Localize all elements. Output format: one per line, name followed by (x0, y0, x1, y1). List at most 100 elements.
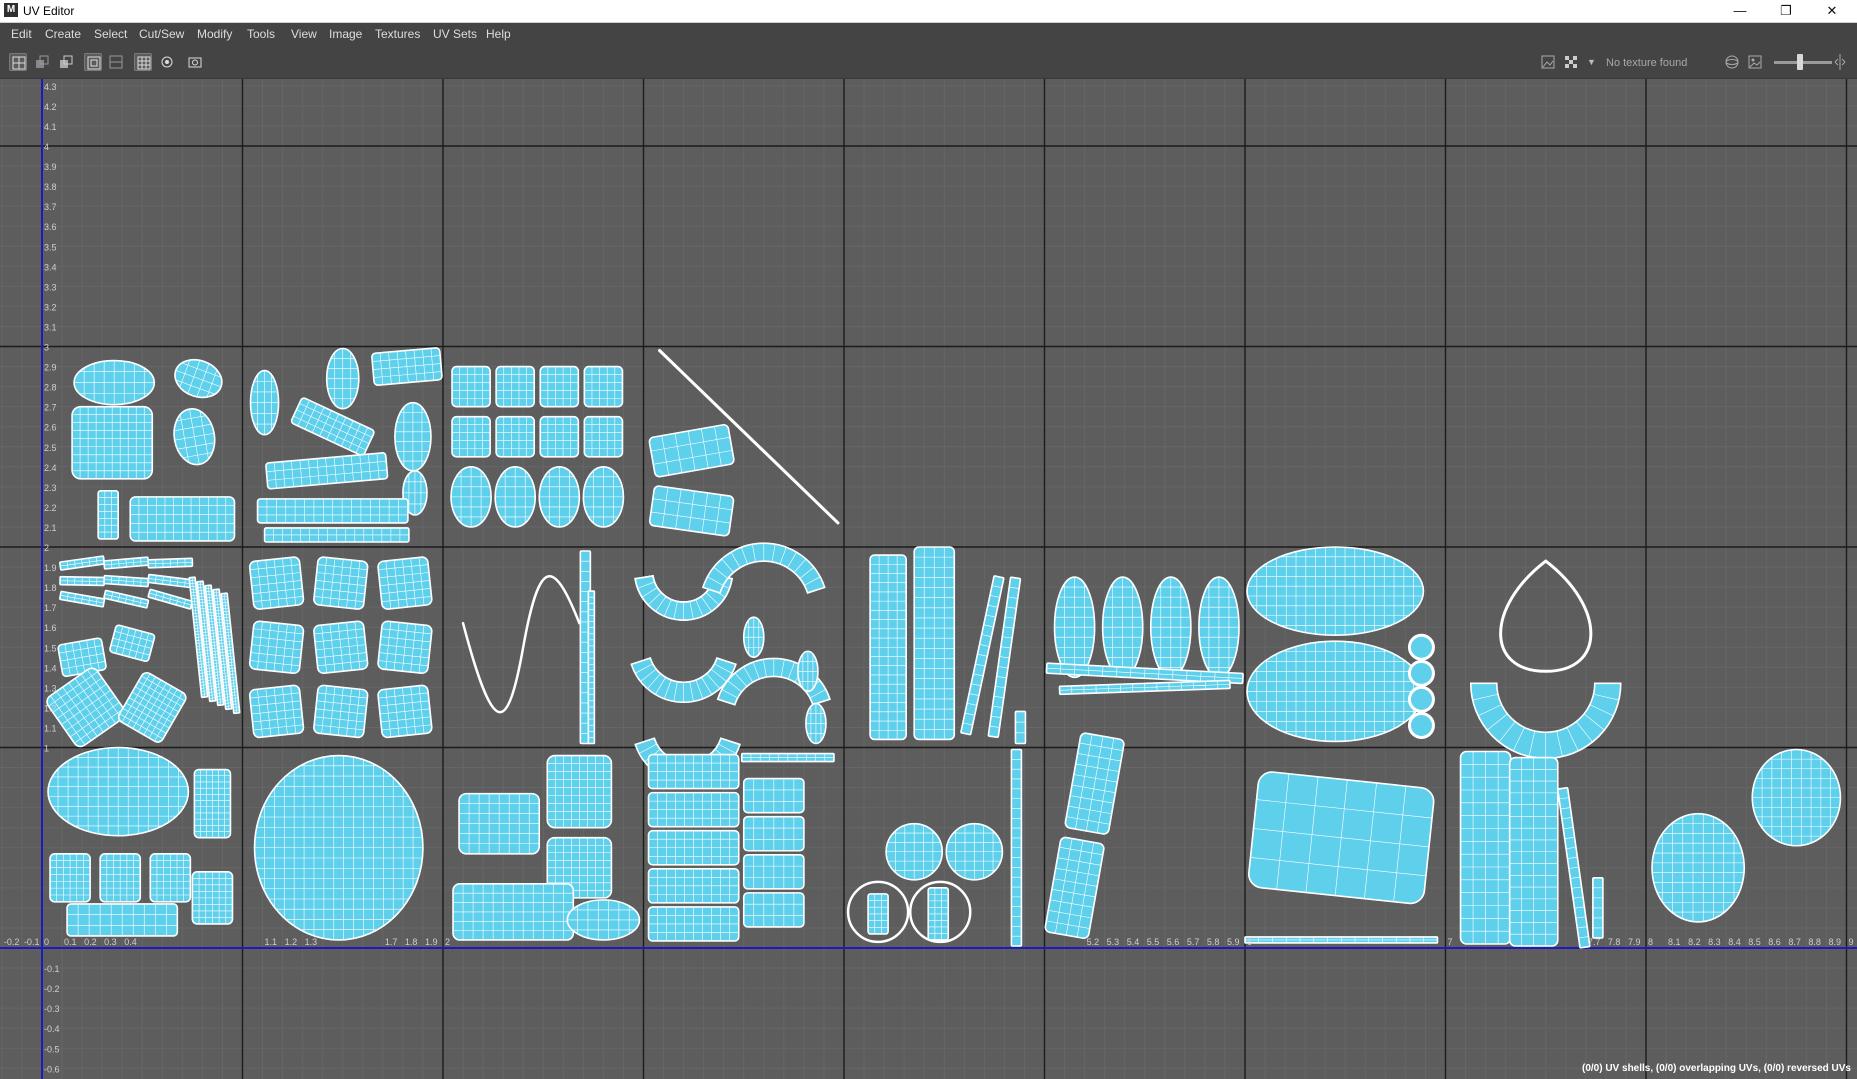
v-tick-label: 1.3 (44, 683, 57, 693)
minimize-button[interactable]: — (1717, 0, 1763, 22)
window-title: UV Editor (23, 4, 75, 18)
u-tick-label: 7 (1448, 937, 1453, 947)
shell-select-icon[interactable] (84, 53, 102, 71)
expand-icon[interactable] (1833, 53, 1847, 71)
exposure-slider-handle[interactable] (1797, 54, 1803, 70)
checker-icon[interactable] (1562, 53, 1580, 71)
uv-shell-face (47, 746, 190, 837)
uv-shell-small-strip (1592, 877, 1604, 939)
menu-create[interactable]: Create (45, 27, 81, 41)
uv-shell-layer (647, 829, 740, 866)
v-tick-label: 3.3 (44, 282, 57, 292)
uv-shell-piece (57, 637, 107, 678)
uv-shell-patch (377, 684, 433, 739)
v-tick-label: 1.2 (44, 703, 57, 713)
uv-shell-band-thin (263, 527, 410, 543)
uv-select-icon[interactable] (9, 53, 27, 71)
uv-shell-ear (249, 369, 280, 436)
menu-tools[interactable]: Tools (247, 27, 275, 41)
uv-shell-tile-square (451, 415, 491, 458)
u-tick-label: 1.9 (425, 937, 438, 947)
menu-select[interactable]: Select (94, 27, 127, 41)
restore-button[interactable]: ❐ (1763, 0, 1809, 22)
snapshot-icon[interactable] (186, 53, 204, 71)
u-tick-label: 1.1 (265, 937, 278, 947)
v-tick-label: 2.1 (44, 523, 57, 533)
uv-shell-tile-square (583, 365, 624, 408)
v-tick-label: 2.5 (44, 443, 57, 453)
menu-help[interactable]: Help (486, 27, 511, 41)
menu-textures[interactable]: Textures (375, 27, 420, 41)
u-tick-label: 8.1 (1668, 937, 1681, 947)
u-tick-label: 8.4 (1728, 937, 1741, 947)
uv-canvas[interactable]: 4.3 4.2 4.1 4 3.9 3.8 3.7 3.6 3.5 3.4 3.3 3.2 3.1 3 2.… (0, 79, 1857, 1079)
uv-shell-patch (248, 620, 305, 675)
v-tick-label: 3 (44, 343, 49, 353)
uv-shell-small-strip (1014, 710, 1027, 745)
uv-shell-patch (248, 556, 305, 610)
uv-shell-tile-oval (494, 465, 537, 528)
uv-shell-tile-oval (450, 465, 492, 528)
menu-edit[interactable]: Edit (11, 27, 32, 41)
uv-shell-layer (647, 868, 740, 904)
menu-modify[interactable]: Modify (197, 27, 232, 41)
edge-select-icon[interactable] (107, 53, 125, 71)
uv-viewport[interactable]: 4.3 4.2 4.1 4 3.9 3.8 3.7 3.6 3.5 3.4 3.3 3.2 3.1 3 2.… (0, 79, 1857, 1079)
uv-shell-big-head (253, 754, 424, 941)
v-tick-label: 1.1 (44, 723, 57, 733)
image-display-icon[interactable] (1539, 53, 1557, 71)
uv-shell-pod (1053, 576, 1096, 679)
menu-view[interactable]: View (291, 27, 317, 41)
image-icon[interactable] (1746, 53, 1764, 71)
uv-shell-layer (742, 853, 805, 890)
menu-image[interactable]: Image (329, 27, 362, 41)
uv-shell-small-bars (927, 887, 950, 941)
pixel-snap-icon[interactable] (158, 53, 176, 71)
uv-shell-face-top (73, 359, 156, 406)
uv-shell-top-strip (740, 752, 835, 763)
v-tick-label: -0.4 (44, 1024, 60, 1034)
uv-shell-tile-square (495, 365, 536, 408)
uv-shell-vertical-strip (1010, 748, 1023, 947)
v-tick-label: 3.7 (44, 202, 57, 212)
sphere-icon[interactable] (1723, 53, 1741, 71)
uv-shell-ring (1407, 685, 1435, 713)
uv-shell-tile-square (451, 365, 491, 408)
v-tick-label: 3.9 (44, 162, 57, 172)
v-tick-label: -0.3 (44, 1004, 60, 1014)
close-button[interactable]: ✕ (1809, 0, 1855, 22)
uv-status-text: (0/0) UV shells, (0/0) overlapping UVs, … (1582, 1063, 1851, 1074)
uv-shell-disc (945, 822, 1004, 881)
u-tick-label: 5.6 (1167, 937, 1180, 947)
uv-shell-tile-square (539, 365, 580, 408)
uv-shell-hand (49, 852, 91, 903)
uv-shell-ring (1407, 711, 1435, 739)
uv-shell-sheet (1248, 771, 1435, 905)
v-tick-label: 3.8 (44, 182, 57, 192)
v-tick-label: 2.6 (44, 423, 57, 433)
u-tick-label: 8 (1648, 937, 1653, 947)
vertex-select-icon[interactable] (33, 53, 51, 71)
v-tick-label: 1.9 (44, 563, 57, 573)
v-tick-label: 1.8 (44, 583, 57, 593)
uv-shell-shirt (458, 792, 541, 855)
menu-uv-sets[interactable]: UV Sets (433, 27, 477, 41)
uv-shell-vertical-strip (587, 590, 596, 745)
menu-cut-sew[interactable]: Cut/Sew (139, 27, 184, 41)
uv-shell-small (805, 702, 827, 745)
grid-toggle-icon[interactable] (134, 53, 152, 71)
u-tick-label: 7.7 (1588, 937, 1601, 947)
u-tick-label: 0 (44, 937, 49, 947)
toolbar: ▼ No texture found (0, 45, 1857, 79)
uv-shell-jaw (129, 496, 236, 542)
uv-shell-shirt-wide (452, 883, 575, 941)
u-tick-label: 1.7 (385, 937, 398, 947)
v-tick-label: 2.8 (44, 383, 57, 393)
u-tick-label: 5.4 (1127, 937, 1140, 947)
exposure-slider[interactable] (1774, 61, 1832, 64)
title-bar: M UV Editor — ❐ ✕ (0, 0, 1857, 23)
dropdown-icon[interactable]: ▼ (1587, 57, 1596, 67)
uv-shell-tile-oval (538, 465, 581, 528)
face-select-icon[interactable] (57, 53, 75, 71)
uv-shell-tile-square (495, 415, 536, 458)
